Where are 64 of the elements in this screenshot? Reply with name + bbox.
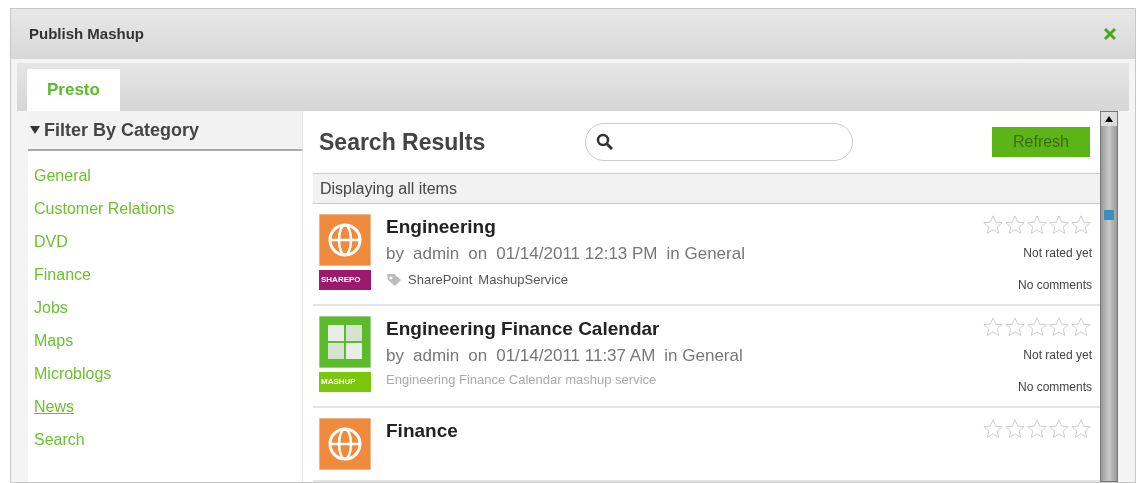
tag-icon <box>386 272 402 287</box>
star-icon[interactable] <box>1026 316 1048 338</box>
by-label: by <box>386 345 404 367</box>
author-name: admin <box>412 345 460 367</box>
type-badge: MASHUP <box>319 372 371 392</box>
filter-header[interactable]: Filter By Category <box>28 111 302 151</box>
refresh-button[interactable]: Refresh <box>992 127 1090 158</box>
close-icon <box>1103 27 1117 41</box>
category-link[interactable]: DVD <box>34 230 68 263</box>
comments-text: No comments <box>1017 277 1092 294</box>
result-title[interactable]: Engineering <box>386 214 496 240</box>
category-link[interactable]: Search <box>34 428 85 461</box>
globe-icon <box>319 214 371 266</box>
star-icon[interactable] <box>1070 418 1092 440</box>
author-name: admin <box>412 243 460 265</box>
star-icon[interactable] <box>1048 316 1070 338</box>
star-icon[interactable] <box>1048 214 1070 236</box>
results-heading: Search Results <box>319 127 486 157</box>
star-icon[interactable] <box>1004 418 1026 440</box>
puzzle-icon <box>319 316 371 368</box>
comments-text: No comments <box>1017 379 1092 396</box>
category-link[interactable]: Customer Relations <box>34 197 175 230</box>
globe-icon <box>319 418 371 470</box>
star-icon[interactable] <box>1026 214 1048 236</box>
star-icon[interactable] <box>1026 418 1048 440</box>
category-text: in General <box>666 243 745 265</box>
star-icon[interactable] <box>1070 214 1092 236</box>
category-text: in General <box>664 345 743 367</box>
result-title[interactable]: Engineering Finance Calendar <box>386 316 660 342</box>
category-link[interactable]: Microblogs <box>34 362 112 395</box>
scroll-thumb-icon[interactable] <box>1104 210 1114 220</box>
category-link[interactable]: Maps <box>34 329 74 362</box>
rating-text: Not rated yet <box>1023 245 1092 262</box>
star-icon[interactable] <box>982 316 1004 338</box>
up-arrow-icon <box>1105 116 1113 122</box>
by-label: by <box>386 243 404 265</box>
close-button[interactable] <box>1103 27 1117 41</box>
category-link[interactable]: Jobs <box>34 296 68 329</box>
date-text: 01/14/2011 11:37 AM <box>496 345 656 367</box>
tab[interactable]: Presto <box>27 69 120 111</box>
description-text: Engineering Finance Calendar mashup service <box>386 371 658 389</box>
star-icon[interactable] <box>1070 316 1092 338</box>
search-icon <box>596 133 615 152</box>
status-bar: Displaying all items <box>313 173 1100 204</box>
scrollbar[interactable] <box>1100 111 1118 482</box>
star-icon[interactable] <box>982 214 1004 236</box>
tag-link[interactable]: SharePoint <box>408 270 473 290</box>
tag-link[interactable]: MashupService <box>478 270 568 290</box>
rating-text: Not rated yet <box>1023 347 1092 364</box>
star-icon[interactable] <box>982 418 1004 440</box>
date-text: 01/14/2011 12:13 PM <box>496 243 658 265</box>
window-title: Publish Mashup <box>29 23 144 44</box>
category-link[interactable]: General <box>34 164 91 197</box>
category-link[interactable]: News <box>34 395 74 428</box>
scroll-up-button[interactable] <box>1101 112 1117 126</box>
star-icon[interactable] <box>1004 214 1026 236</box>
star-icon[interactable] <box>1004 316 1026 338</box>
on-label: on <box>468 243 488 265</box>
triangle-icon <box>30 125 40 135</box>
result-title[interactable]: Finance <box>386 418 458 444</box>
type-badge: SHAREPO <box>319 270 371 290</box>
category-link[interactable]: Finance <box>34 263 91 296</box>
star-icon[interactable] <box>1048 418 1070 440</box>
on-label: on <box>468 345 488 367</box>
